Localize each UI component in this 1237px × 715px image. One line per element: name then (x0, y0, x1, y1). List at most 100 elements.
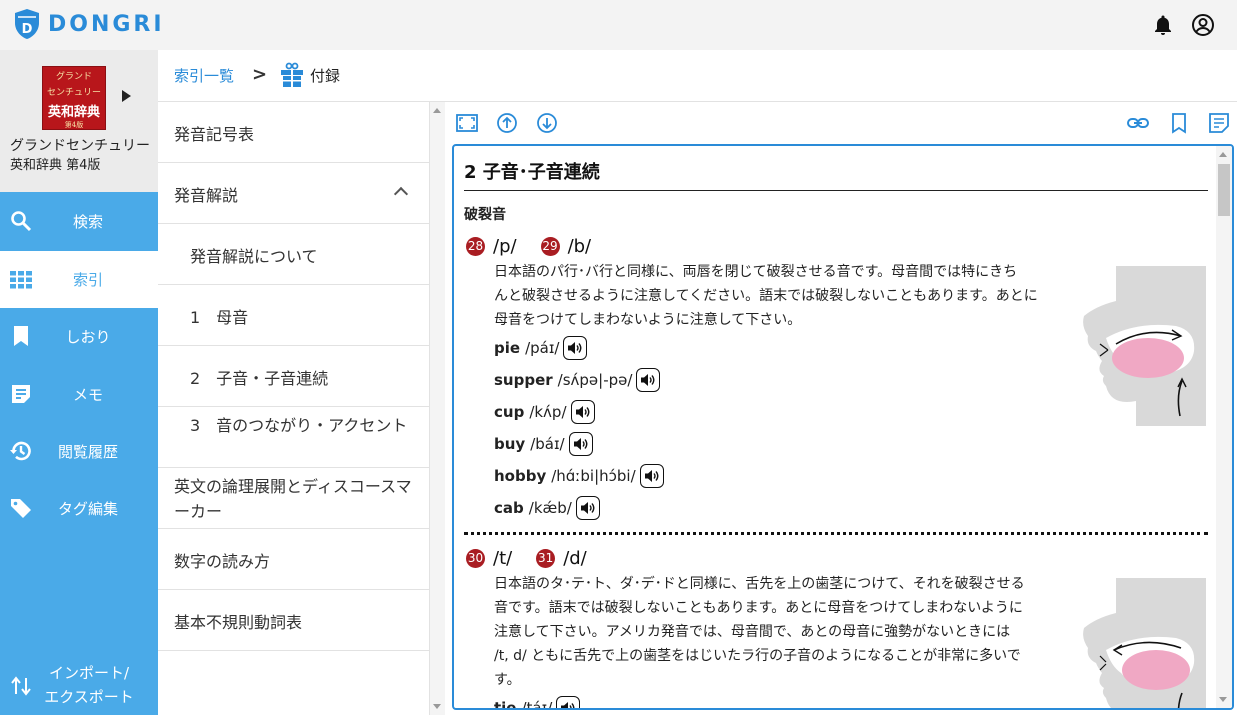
tag-icon (11, 499, 31, 518)
example-word: cab /kǽb/ (494, 496, 600, 520)
example-word-text: tie (494, 699, 517, 710)
nav-history-label: 閲覧履歴 (57, 443, 118, 461)
number-badge: 29 (540, 237, 560, 256)
logo-shield-icon: D (15, 9, 39, 39)
nav-index[interactable]: 索引 (0, 251, 158, 308)
index-subitem[interactable]: 3 音のつながり・アクセント (158, 407, 430, 468)
history-icon (10, 441, 31, 461)
example-word-text: hobby (494, 467, 547, 485)
book-play-arrow-icon[interactable] (122, 90, 131, 102)
book-selector[interactable]: グランド センチュリー 英和辞典 第4版 グランドセンチュリー 英和辞典 第4版 (0, 50, 158, 192)
bell-icon[interactable] (1151, 13, 1175, 37)
speaker-icon[interactable] (636, 368, 661, 392)
index-item-label: 基本不規則動詞表 (174, 613, 303, 632)
bookmark-outline-icon[interactable] (1168, 112, 1190, 134)
breadcrumb-index-list-link[interactable]: 索引一覧 (174, 65, 234, 86)
explanation-line: す。 (494, 672, 521, 688)
speaker-icon[interactable] (556, 696, 581, 708)
book-title-line2: 英和辞典 第4版 (10, 158, 101, 173)
brand-name: DONGRI (48, 11, 165, 37)
subsection-heading: 破裂音 (464, 207, 506, 223)
fullscreen-icon[interactable] (456, 112, 478, 134)
index-item[interactable]: 数字の読み方 (158, 529, 430, 590)
nav-history[interactable]: 閲覧履歴 (0, 423, 158, 480)
explanation-text: 日本語のパ行･バ行と同様に、両唇を閉じて破裂させる音です。母音間では特にきち ん… (494, 260, 1064, 332)
account-circle-icon[interactable] (1191, 13, 1215, 37)
nav-search[interactable]: 検索 (0, 193, 158, 250)
explanation-line: 日本語のタ･テ･ト、ダ･デ･ドと同様に、舌先を上の歯茎につけて、それを破裂させる (494, 576, 1025, 592)
nav-bookmark[interactable]: しおり (0, 308, 158, 365)
memo-outline-icon[interactable] (1208, 112, 1230, 134)
memo-icon (12, 385, 30, 403)
nav-memo[interactable]: メモ (0, 366, 158, 423)
nav-bookmark-label: しおり (65, 328, 111, 346)
index-item[interactable]: 英文の論理展開とディスコースマーカー (158, 468, 430, 529)
index-item-label: 英文の論理展開とディスコースマーカー (174, 477, 412, 521)
scroll-up-arrow-icon[interactable] (433, 108, 441, 113)
content-panel[interactable]: 2 子音･子音連続 破裂音 28 /p/ 29 /b/ 日本語のパ行･バ行と同様… (452, 144, 1234, 710)
export-line1: インポート/ (48, 664, 130, 682)
example-word-text: supper (494, 371, 553, 389)
mouth-diagram-tongue-image (1083, 578, 1206, 708)
section-divider (464, 190, 1208, 191)
index-item-expanded[interactable]: 発音解説 (158, 163, 430, 224)
grid-icon (10, 271, 32, 289)
example-word: cup /kʌ́p/ (494, 400, 595, 424)
scrollbar-thumb[interactable] (1218, 164, 1230, 216)
import-export-icon (11, 676, 31, 696)
index-subitem[interactable]: 発音解説について (158, 224, 430, 285)
scroll-top-icon[interactable] (496, 112, 518, 134)
index-item-label: 2 子音・子音連続 (190, 369, 329, 388)
index-item-label: 発音解説について (190, 247, 318, 266)
scroll-bottom-icon[interactable] (536, 112, 558, 134)
scroll-down-arrow-icon[interactable] (1219, 697, 1227, 702)
phoneme-symbol: /t/ (493, 548, 513, 569)
content-scrollbar[interactable] (1216, 146, 1232, 708)
speaker-icon[interactable] (575, 496, 600, 520)
index-scrollbar[interactable] (430, 102, 445, 715)
example-word-text: cab (494, 499, 524, 517)
nav-import-export[interactable]: インポート/ エクスポート (0, 655, 158, 715)
top-header: D DONGRI (0, 0, 1237, 50)
number-badge: 31 (536, 549, 556, 568)
link-icon[interactable] (1127, 112, 1149, 134)
index-subitem[interactable]: 1 母音 (158, 285, 430, 346)
chevron-up-icon[interactable] (393, 186, 409, 202)
speaker-icon[interactable] (563, 336, 588, 360)
cover-line3: 英和辞典 (47, 105, 100, 120)
example-word-ipa: /páɪ/ (525, 339, 560, 357)
index-item-label: 1 母音 (190, 308, 249, 327)
index-subitem-active[interactable]: 2 子音・子音連続 (158, 346, 430, 407)
index-list: 発音記号表 発音解説 発音解説について 1 母音 2 子音・子音連続 3 音のつ… (158, 102, 430, 715)
explanation-text: 日本語のタ･テ･ト、ダ･デ･ドと同様に、舌先を上の歯茎につけて、それを破裂させる… (494, 572, 1064, 692)
index-item[interactable]: 発音記号表 (158, 102, 430, 163)
index-item[interactable]: 基本不規則動詞表 (158, 590, 430, 651)
nav-tag-edit[interactable]: タグ編集 (0, 480, 158, 537)
dongri-logo[interactable]: D DONGRI (14, 8, 165, 40)
scroll-down-arrow-icon[interactable] (433, 704, 441, 709)
example-word: supper /sʌ́pə|-pə/ (494, 368, 661, 392)
phoneme-header: 28 /p/ 29 /b/ (466, 236, 615, 257)
speaker-icon[interactable] (570, 400, 595, 424)
explanation-line: 日本語のパ行･バ行と同様に、両唇を閉じて破裂させる音です。母音間では特にきち (494, 264, 1018, 280)
example-word-ipa: /hɑ́ːbi|hɔ́bi/ (551, 467, 636, 485)
index-item-label: 3 音のつながり・アクセント (190, 416, 408, 435)
example-word-ipa: /kʌ́p/ (529, 403, 567, 421)
sidebar: グランド センチュリー 英和辞典 第4版 グランドセンチュリー 英和辞典 第4版… (0, 50, 158, 715)
phoneme-symbol: /b/ (567, 236, 592, 257)
example-word-ipa: /sʌ́pə|-pə/ (557, 371, 633, 389)
breadcrumb: 索引一覧 > 付録 (158, 50, 1237, 102)
example-word: pie /páɪ/ (494, 336, 588, 360)
example-word: tie /táɪ/ (494, 696, 581, 710)
speaker-icon[interactable] (639, 464, 664, 488)
explanation-line: 母音をつけてしまわないように注意して下さい。 (494, 312, 802, 328)
scroll-up-arrow-icon[interactable] (1219, 152, 1227, 157)
search-icon (11, 211, 32, 232)
speaker-icon[interactable] (568, 432, 593, 456)
number-badge: 28 (466, 237, 485, 256)
svg-text:D: D (22, 22, 33, 37)
nav-memo-label: メモ (72, 386, 103, 404)
cover-line2: センチュリー (46, 88, 101, 98)
example-word: hobby /hɑ́ːbi|hɔ́bi/ (494, 464, 664, 488)
mouth-diagram-lips-image (1083, 266, 1206, 426)
